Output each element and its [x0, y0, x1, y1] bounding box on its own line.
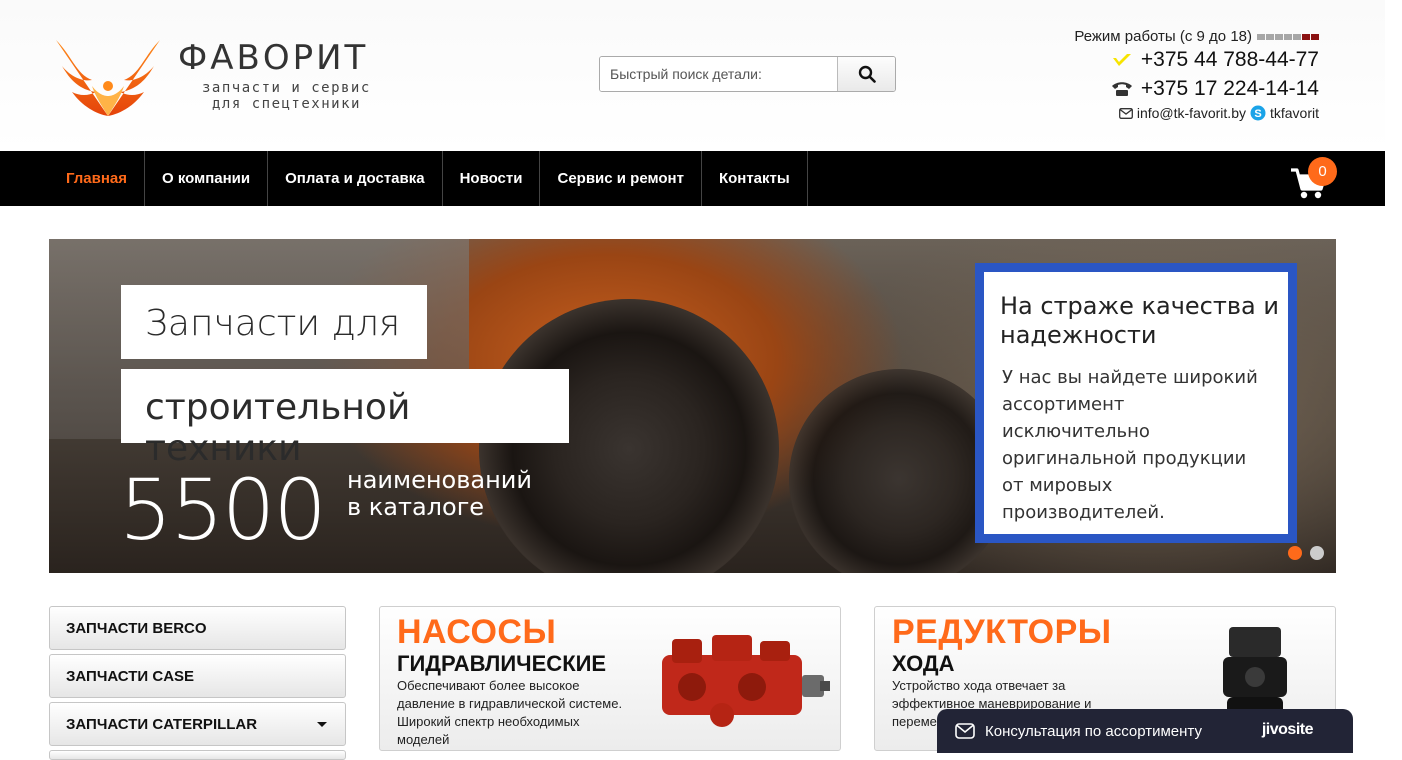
sidebar-item-label: ЗАПЧАСТИ CASE: [66, 667, 195, 685]
card-subtitle: ГИДРАВЛИЧЕСКИЕ: [397, 651, 607, 676]
banner-caption-line-1: наименований: [347, 466, 532, 494]
cart-count-badge: 0: [1308, 157, 1337, 186]
nav-item-service[interactable]: Сервис и ремонт: [540, 151, 702, 206]
svg-text:S: S: [1254, 108, 1261, 120]
chevron-down-icon[interactable]: [317, 722, 327, 727]
sidebar-item-caterpillar[interactable]: ЗАПЧАСТИ CATERPILLAR: [49, 702, 346, 746]
hydraulic-pump-image: [662, 635, 830, 727]
jivosite-logo: jivosite: [1261, 721, 1314, 738]
search-button[interactable]: [837, 57, 895, 91]
sidebar-item-case[interactable]: ЗАПЧАСТИ CASE: [49, 654, 346, 698]
search-icon: [858, 65, 876, 83]
phone-mobile-row[interactable]: +375 44 788-44-77: [1074, 45, 1319, 74]
skype-link[interactable]: tkfavorit: [1270, 105, 1319, 121]
phoenix-logo-icon: [56, 40, 160, 116]
chat-icon: [955, 723, 975, 739]
logo-tagline-2: для спецтехники: [212, 96, 361, 112]
quality-box: На страже качества и надежности У нас вы…: [975, 263, 1297, 543]
banner-catalog-caption: наименований в каталоге: [347, 467, 532, 521]
mail-icon: [1118, 107, 1133, 119]
quality-text: У нас вы найдете широкий ассортимент иск…: [1002, 367, 1258, 523]
banner-caption-line-2: в каталоге: [347, 493, 485, 521]
phone-city: +375 17 224-14-14: [1140, 77, 1319, 100]
search-input[interactable]: [600, 57, 838, 91]
phone-city-row[interactable]: +375 17 224-14-14: [1074, 74, 1319, 103]
velcom-icon: [1112, 53, 1131, 66]
email-link[interactable]: info@tk-favorit.by: [1137, 105, 1246, 121]
hero-slider[interactable]: Запчасти для строительной техники 5500 н…: [49, 239, 1336, 573]
skype-icon: S: [1250, 105, 1266, 121]
telephone-icon: [1111, 81, 1132, 96]
site-header: ФАВОРИТ запчасти и сервис для спецтехник…: [0, 0, 1385, 151]
working-hours-text: Режим работы (с 9 до 18): [1074, 28, 1252, 45]
card-title: РЕДУКТОРЫ: [892, 613, 1112, 651]
email-skype-row: info@tk-favorit.by S tkfavorit: [1074, 105, 1319, 121]
banner-headline-1: Запчасти для: [121, 285, 427, 359]
slider-dot-2[interactable]: [1310, 546, 1324, 560]
contacts-block: Режим работы (с 9 до 18) +375 44 788-44-…: [1074, 28, 1319, 121]
card-description: Обеспечивают более высокое давление в ги…: [397, 678, 623, 747]
logo-tagline-1: запчасти и сервис: [202, 80, 371, 96]
slider-dots: [1288, 546, 1324, 560]
sidebar-item-next[interactable]: [49, 750, 346, 760]
slider-dot-1[interactable]: [1288, 546, 1302, 560]
nav-item-home[interactable]: Главная: [49, 151, 146, 206]
nav-item-payment-delivery[interactable]: Оплата и доставка: [268, 151, 443, 206]
nav-item-news[interactable]: Новости: [443, 151, 541, 206]
card-title: НАСОСЫ: [397, 613, 557, 651]
quality-title: На страже качества и надежности: [1000, 292, 1279, 349]
sidebar-item-label: ЗАПЧАСТИ CATERPILLAR: [66, 715, 258, 733]
logo-name: ФАВОРИТ: [178, 38, 369, 78]
nav-item-contacts[interactable]: Контакты: [702, 151, 808, 206]
banner-headline-2: строительной техники: [121, 369, 569, 469]
weekday-indicator: [1257, 33, 1319, 40]
product-card-pumps[interactable]: НАСОСЫ ГИДРАВЛИЧЕСКИЕ Обеспечивают более…: [379, 606, 841, 751]
banner-catalog-count: 5500: [119, 461, 327, 559]
quick-search: [599, 56, 896, 92]
logo[interactable]: ФАВОРИТ запчасти и сервис для спецтехник…: [52, 36, 397, 120]
main-nav: Главная О компании Оплата и доставка Нов…: [0, 151, 1385, 206]
chat-widget[interactable]: Консультация по ассортименту jivosite: [937, 709, 1353, 753]
card-subtitle: ХОДА: [892, 651, 955, 676]
chat-label: Консультация по ассортименту: [985, 722, 1202, 740]
phone-mobile: +375 44 788-44-77: [1140, 48, 1319, 71]
nav-item-about[interactable]: О компании: [145, 151, 269, 206]
sidebar-item-berco[interactable]: ЗАПЧАСТИ BERCO: [49, 606, 346, 650]
working-hours: Режим работы (с 9 до 18): [1074, 28, 1319, 45]
sidebar-item-label: ЗАПЧАСТИ BERCO: [66, 619, 207, 637]
cart-button[interactable]: 0: [1290, 157, 1340, 201]
